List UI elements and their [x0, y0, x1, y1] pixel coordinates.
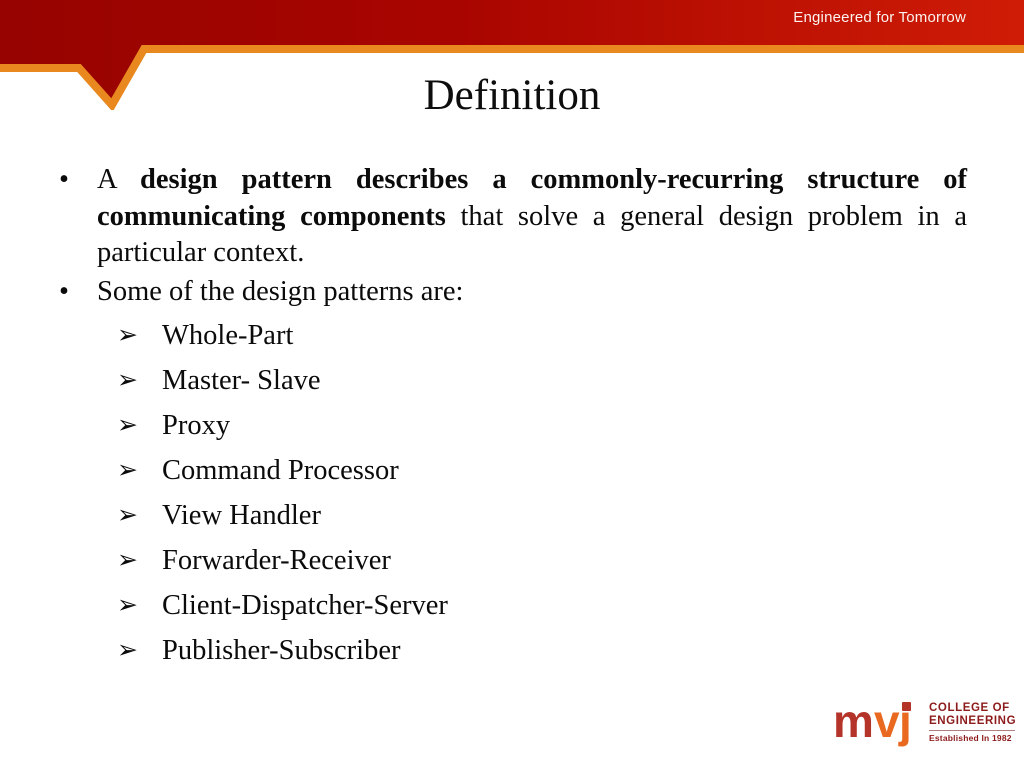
list-item-label: Publisher-Subscriber — [162, 635, 401, 666]
list-item: ➢ Command Processor — [55, 448, 967, 493]
list-item-label: Forwarder-Receiver — [162, 545, 391, 576]
slide: Engineered for Tomorrow Definition • A de… — [0, 0, 1024, 768]
arrow-bullet-icon: ➢ — [117, 592, 138, 619]
logo-divider — [929, 730, 1015, 731]
mvj-logo: m v j COLLEGE OF ENGINEERING Established… — [833, 697, 1016, 749]
list-item: ➢ Forwarder-Receiver — [55, 538, 967, 583]
list-item: ➢ Master- Slave — [55, 358, 967, 403]
arrow-bullet-icon: ➢ — [117, 457, 138, 484]
list-item-label: Proxy — [162, 410, 231, 441]
logo-line-1: COLLEGE OF — [929, 702, 1010, 714]
arrow-bullet-icon: ➢ — [117, 502, 138, 529]
list-item: ➢ Publisher-Subscriber — [55, 628, 967, 673]
header-tagline: Engineered for Tomorrow — [793, 9, 966, 26]
list-item-label: View Handler — [162, 500, 321, 531]
bullet-dot-icon: • — [59, 164, 69, 195]
list-item-label: Client-Dispatcher-Server — [162, 590, 448, 621]
list-item-label: Whole-Part — [162, 320, 294, 351]
logo-j-dot — [902, 702, 911, 711]
bullet-item-1: • A design pattern describes a commonly-r… — [55, 162, 967, 272]
bullet-1-text-a: A — [97, 164, 141, 195]
list-item: ➢ View Handler — [55, 493, 967, 538]
slide-body: • A design pattern describes a commonly-r… — [55, 162, 967, 673]
pattern-list: ➢ Whole-Part ➢ Master- Slave ➢ Proxy ➢ C… — [55, 313, 967, 673]
mvj-logo-mark: m v j — [833, 697, 912, 747]
list-item-label: Command Processor — [162, 455, 399, 486]
arrow-bullet-icon: ➢ — [117, 322, 138, 349]
logo-letter-v: v — [874, 697, 900, 747]
arrow-bullet-icon: ➢ — [117, 637, 138, 664]
arrow-bullet-icon: ➢ — [117, 367, 138, 394]
arrow-bullet-icon: ➢ — [117, 412, 138, 439]
list-item: ➢ Whole-Part — [55, 313, 967, 358]
arrow-bullet-icon: ➢ — [117, 547, 138, 574]
logo-line-2: ENGINEERING — [929, 715, 1017, 727]
page-title: Definition — [423, 72, 601, 119]
list-item: ➢ Proxy — [55, 403, 967, 448]
bullet-item-2: • Some of the design patterns are: — [55, 274, 967, 311]
list-item-label: Master- Slave — [162, 365, 321, 396]
logo-letter-m: m — [833, 697, 874, 747]
bullet-2-text: Some of the design patterns are: — [97, 275, 464, 307]
bullet-dot-icon: • — [59, 275, 69, 307]
logo-line-3: Established In 1982 — [929, 733, 1012, 743]
logo-wordmark: COLLEGE OF ENGINEERING Established In 19… — [929, 702, 1016, 743]
list-item: ➢ Client-Dispatcher-Server — [55, 583, 967, 628]
